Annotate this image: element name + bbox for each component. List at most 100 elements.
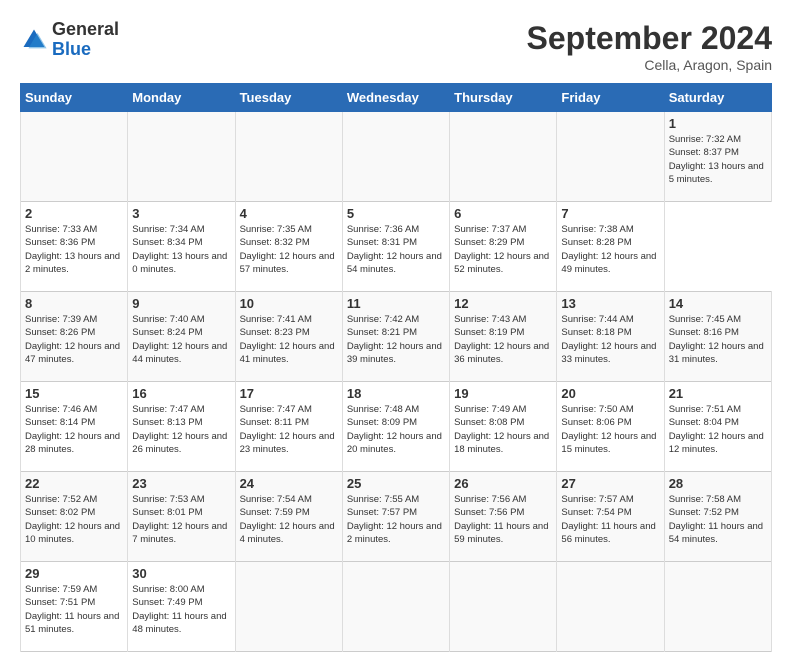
calendar-cell: 28 Sunrise: 7:58 AMSunset: 7:52 PMDayligh…	[664, 472, 771, 562]
logo: General Blue	[20, 20, 119, 60]
calendar-cell: 22 Sunrise: 7:52 AMSunset: 8:02 PMDayligh…	[21, 472, 128, 562]
day-info: Sunrise: 7:39 AMSunset: 8:26 PMDaylight:…	[25, 313, 123, 366]
calendar-week-row: 15Sunrise: 7:46 AMSunset: 8:14 PMDayligh…	[21, 382, 772, 472]
month-title: September 2024	[527, 20, 772, 57]
calendar-cell	[557, 562, 664, 652]
day-number: 29	[25, 566, 123, 581]
day-number: 28	[669, 476, 767, 491]
day-info: Sunrise: 7:58 AMSunset: 7:52 PMDaylight:…	[669, 493, 767, 546]
calendar-cell: 29 Sunrise: 7:59 AMSunset: 7:51 PMDayligh…	[21, 562, 128, 652]
calendar-cell	[557, 112, 664, 202]
calendar-cell: 10Sunrise: 7:41 AMSunset: 8:23 PMDayligh…	[235, 292, 342, 382]
day-number: 3	[132, 206, 230, 221]
calendar-cell	[664, 562, 771, 652]
day-number: 14	[669, 296, 767, 311]
day-number: 24	[240, 476, 338, 491]
logo-blue-text: Blue	[52, 39, 91, 59]
calendar-cell: 6Sunrise: 7:37 AMSunset: 8:29 PMDaylight…	[450, 202, 557, 292]
calendar-cell: 25Sunrise: 7:55 AMSunset: 7:57 PMDayligh…	[342, 472, 449, 562]
day-number: 25	[347, 476, 445, 491]
calendar-cell: 1 Sunrise: 7:32 AMSunset: 8:37 PMDaylight…	[664, 112, 771, 202]
title-block: September 2024 Cella, Aragon, Spain	[527, 20, 772, 73]
day-info: Sunrise: 7:52 AMSunset: 8:02 PMDaylight:…	[25, 493, 123, 546]
calendar-cell: 16Sunrise: 7:47 AMSunset: 8:13 PMDayligh…	[128, 382, 235, 472]
day-info: Sunrise: 8:00 AMSunset: 7:49 PMDaylight:…	[132, 583, 230, 636]
day-number: 19	[454, 386, 552, 401]
calendar-cell	[450, 562, 557, 652]
day-number: 27	[561, 476, 659, 491]
day-info: Sunrise: 7:47 AMSunset: 8:13 PMDaylight:…	[132, 403, 230, 456]
calendar-cell: 18 Sunrise: 7:48 AMSunset: 8:09 PMDayligh…	[342, 382, 449, 472]
day-info: Sunrise: 7:51 AMSunset: 8:04 PMDaylight:…	[669, 403, 767, 456]
logo-general-text: General	[52, 19, 119, 39]
day-number: 17	[240, 386, 338, 401]
day-number: 2	[25, 206, 123, 221]
calendar-cell: 20 Sunrise: 7:50 AMSunset: 8:06 PMDayligh…	[557, 382, 664, 472]
calendar-cell	[128, 112, 235, 202]
calendar-week-row: 2 Sunrise: 7:33 AMSunset: 8:36 PMDaylight…	[21, 202, 772, 292]
day-number: 21	[669, 386, 767, 401]
calendar-cell: 27 Sunrise: 7:57 AMSunset: 7:54 PMDayligh…	[557, 472, 664, 562]
day-info: Sunrise: 7:48 AMSunset: 8:09 PMDaylight:…	[347, 403, 445, 456]
calendar-cell	[450, 112, 557, 202]
calendar-cell: 12Sunrise: 7:43 AMSunset: 8:19 PMDayligh…	[450, 292, 557, 382]
calendar-week-row: 29 Sunrise: 7:59 AMSunset: 7:51 PMDayligh…	[21, 562, 772, 652]
day-number: 18	[347, 386, 445, 401]
day-header-saturday: Saturday	[664, 84, 771, 112]
day-header-sunday: Sunday	[21, 84, 128, 112]
day-info: Sunrise: 7:59 AMSunset: 7:51 PMDaylight:…	[25, 583, 123, 636]
day-number: 12	[454, 296, 552, 311]
day-info: Sunrise: 7:54 AMSunset: 7:59 PMDaylight:…	[240, 493, 338, 546]
calendar-cell	[235, 562, 342, 652]
day-info: Sunrise: 7:42 AMSunset: 8:21 PMDaylight:…	[347, 313, 445, 366]
calendar-week-row: 1 Sunrise: 7:32 AMSunset: 8:37 PMDaylight…	[21, 112, 772, 202]
day-number: 9	[132, 296, 230, 311]
day-info: Sunrise: 7:53 AMSunset: 8:01 PMDaylight:…	[132, 493, 230, 546]
calendar-table: SundayMondayTuesdayWednesdayThursdayFrid…	[20, 83, 772, 652]
day-info: Sunrise: 7:44 AMSunset: 8:18 PMDaylight:…	[561, 313, 659, 366]
day-header-friday: Friday	[557, 84, 664, 112]
day-info: Sunrise: 7:50 AMSunset: 8:06 PMDaylight:…	[561, 403, 659, 456]
day-number: 11	[347, 296, 445, 311]
day-info: Sunrise: 7:36 AMSunset: 8:31 PMDaylight:…	[347, 223, 445, 276]
calendar-header-row: SundayMondayTuesdayWednesdayThursdayFrid…	[21, 84, 772, 112]
day-info: Sunrise: 7:38 AMSunset: 8:28 PMDaylight:…	[561, 223, 659, 276]
day-info: Sunrise: 7:32 AMSunset: 8:37 PMDaylight:…	[669, 133, 767, 186]
day-number: 10	[240, 296, 338, 311]
calendar-cell: 2 Sunrise: 7:33 AMSunset: 8:36 PMDaylight…	[21, 202, 128, 292]
calendar-cell: 23 Sunrise: 7:53 AMSunset: 8:01 PMDayligh…	[128, 472, 235, 562]
day-info: Sunrise: 7:33 AMSunset: 8:36 PMDaylight:…	[25, 223, 123, 276]
calendar-cell: 4 Sunrise: 7:35 AMSunset: 8:32 PMDaylight…	[235, 202, 342, 292]
page-header: General Blue September 2024 Cella, Arago…	[20, 20, 772, 73]
day-number: 20	[561, 386, 659, 401]
day-header-tuesday: Tuesday	[235, 84, 342, 112]
calendar-cell	[342, 112, 449, 202]
day-header-thursday: Thursday	[450, 84, 557, 112]
day-number: 30	[132, 566, 230, 581]
day-info: Sunrise: 7:40 AMSunset: 8:24 PMDaylight:…	[132, 313, 230, 366]
calendar-cell: 7Sunrise: 7:38 AMSunset: 8:28 PMDaylight…	[557, 202, 664, 292]
day-number: 26	[454, 476, 552, 491]
calendar-cell	[21, 112, 128, 202]
calendar-cell: 3Sunrise: 7:34 AMSunset: 8:34 PMDaylight…	[128, 202, 235, 292]
location: Cella, Aragon, Spain	[527, 57, 772, 73]
day-number: 1	[669, 116, 767, 131]
calendar-cell: 30 Sunrise: 8:00 AMSunset: 7:49 PMDayligh…	[128, 562, 235, 652]
day-number: 22	[25, 476, 123, 491]
day-number: 13	[561, 296, 659, 311]
day-info: Sunrise: 7:47 AMSunset: 8:11 PMDaylight:…	[240, 403, 338, 456]
day-info: Sunrise: 7:46 AMSunset: 8:14 PMDaylight:…	[25, 403, 123, 456]
day-header-wednesday: Wednesday	[342, 84, 449, 112]
day-number: 4	[240, 206, 338, 221]
day-info: Sunrise: 7:35 AMSunset: 8:32 PMDaylight:…	[240, 223, 338, 276]
day-number: 23	[132, 476, 230, 491]
calendar-cell: 5 Sunrise: 7:36 AMSunset: 8:31 PMDaylight…	[342, 202, 449, 292]
day-info: Sunrise: 7:37 AMSunset: 8:29 PMDaylight:…	[454, 223, 552, 276]
calendar-cell: 19Sunrise: 7:49 AMSunset: 8:08 PMDayligh…	[450, 382, 557, 472]
calendar-cell: 14Sunrise: 7:45 AMSunset: 8:16 PMDayligh…	[664, 292, 771, 382]
day-number: 5	[347, 206, 445, 221]
day-info: Sunrise: 7:57 AMSunset: 7:54 PMDaylight:…	[561, 493, 659, 546]
calendar-cell: 21 Sunrise: 7:51 AMSunset: 8:04 PMDayligh…	[664, 382, 771, 472]
calendar-cell: 11 Sunrise: 7:42 AMSunset: 8:21 PMDayligh…	[342, 292, 449, 382]
calendar-cell	[342, 562, 449, 652]
